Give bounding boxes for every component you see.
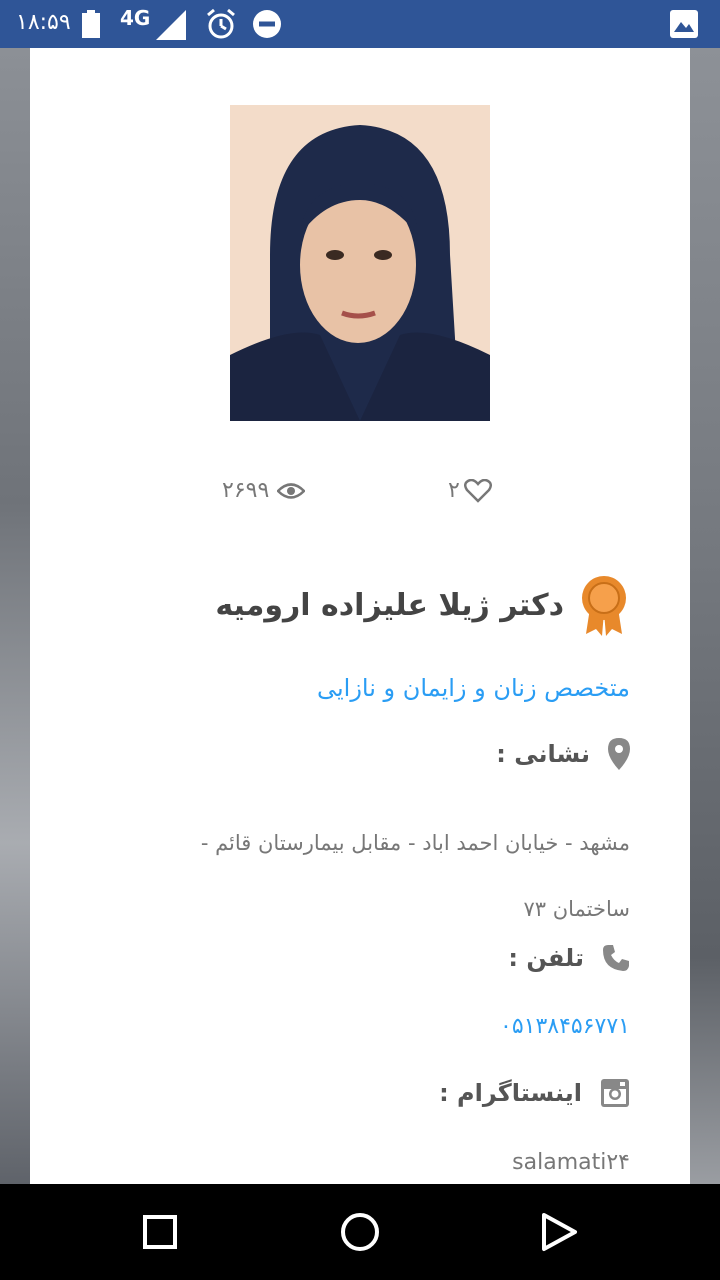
home-icon[interactable] [340,1212,380,1252]
eye-icon [277,482,306,499]
award-badge-icon [582,576,626,636]
do-not-disturb-icon [253,10,281,38]
background-right [690,48,720,1184]
instagram-icon [601,1079,629,1107]
like-button[interactable]: ۲ [448,478,492,503]
signal-icon [156,10,186,40]
alarm-icon [207,8,235,39]
address-value: مشهد - خیابان احمد اباد - مقابل بیمارستا… [200,831,630,921]
doctor-name-row: دکتر ژیلا علیزاده ارومیه [215,574,630,636]
doctor-photo [230,105,490,421]
heart-icon [463,478,492,503]
phone-number-link[interactable]: ۰۵۱۳۸۴۵۶۷۷۱ [500,1014,630,1039]
phone-icon [603,945,629,971]
profile-stats: ۲۶۹۹ ۲ [30,478,690,514]
status-bar: ۱۸:۵۹ 4G [0,0,720,48]
views-count: ۲۶۹۹ [222,478,270,503]
likes-count: ۲ [448,478,460,503]
instagram-handle[interactable]: salamati۲۴ [512,1150,630,1175]
doctor-specialty: متخصص زنان و زایمان و نازایی [316,674,630,702]
navigation-bar [0,1184,720,1280]
background-left [0,48,30,1184]
views-counter: ۲۶۹۹ [222,478,306,503]
back-icon[interactable] [540,1212,578,1252]
instagram-label-row: اینستاگرام : [439,1078,630,1108]
address-label: نشانی : [496,740,590,768]
doctor-profile-card: ۲۶۹۹ ۲ دکتر ژیلا علیزاده ارومیه متخصص زن… [30,48,690,1184]
gallery-icon [670,10,698,38]
phone-label-row: تلفن : [508,944,630,972]
phone-label: تلفن : [508,944,584,972]
status-time: ۱۸:۵۹ [16,10,71,35]
network-type: 4G [120,6,151,30]
address-label-row: نشانی : [496,738,630,770]
doctor-name: دکتر ژیلا علیزاده ارومیه [215,587,564,623]
recent-apps-icon[interactable] [142,1214,178,1250]
instagram-label: اینستاگرام : [439,1079,582,1107]
battery-icon [82,10,100,38]
location-pin-icon [608,738,630,770]
